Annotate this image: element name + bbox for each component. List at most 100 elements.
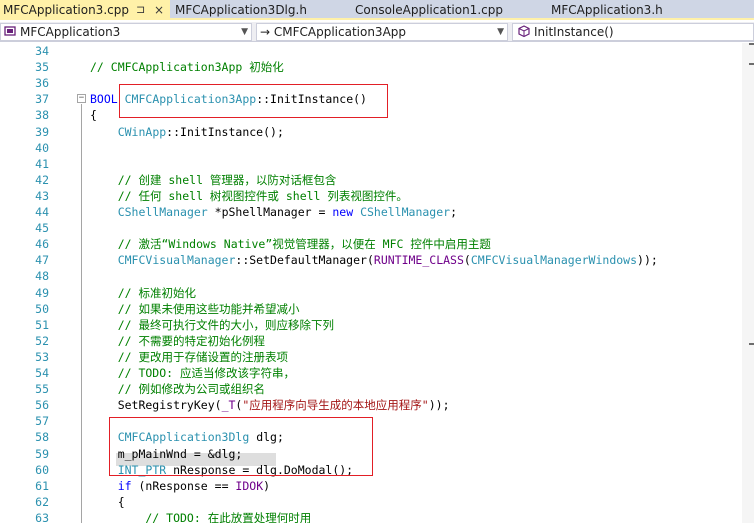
code-text: { (90, 107, 97, 123)
line-number: 47 (35, 253, 49, 268)
code-line[interactable]: 42 // 创建 shell 管理器，以防对话框包含 (0, 172, 742, 188)
code-text: // 激活“Windows Native”视觉管理器，以便在 MFC 控件中启用… (90, 236, 491, 252)
code-line[interactable]: 54 // TODO: 应适当修改该字符串， (0, 365, 742, 381)
code-token: CWinApp (117, 124, 167, 139)
code-token: // 任何 shell 树视图控件或 shell 列表视图控件。 (90, 188, 408, 203)
code-text: SetRegistryKey(_T("应用程序向导生成的本地应用程序")); (90, 397, 450, 413)
code-token: ::InitInstance(); (166, 124, 284, 139)
code-line[interactable]: 45 (0, 220, 742, 236)
code-token: RUNTIME_CLASS (373, 253, 464, 268)
code-line[interactable]: 48 (0, 268, 742, 284)
scroll-marker (749, 63, 754, 65)
code-token: _T (221, 398, 236, 413)
tab-label: ConsoleApplication1.cpp (355, 3, 503, 17)
code-token: // 创建 shell 管理器，以防对话框包含 (90, 172, 337, 187)
code-text: CShellManager *pShellManager = new CShel… (90, 204, 457, 220)
line-number: 35 (35, 60, 49, 75)
code-line[interactable]: 61 if (nResponse == IDOK) (0, 478, 742, 494)
method-cube-icon (518, 24, 530, 40)
close-icon[interactable]: × (154, 0, 164, 20)
code-token: *pShellManager (207, 205, 312, 219)
code-line[interactable]: 43 // 任何 shell 树视图控件或 shell 列表视图控件。 (0, 188, 742, 204)
code-line[interactable]: 51 // 最终可执行文件的大小，则应移除下列 (0, 317, 742, 333)
code-token: { (90, 108, 97, 123)
code-text: // TODO: 应适当修改该字符串， (90, 365, 295, 381)
code-token: ( (463, 253, 471, 268)
code-token: // CMFCApplication3App 初始化 (90, 60, 284, 75)
code-text: { (90, 494, 125, 510)
member-dropdown[interactable]: InitInstance() (512, 23, 754, 41)
code-line[interactable]: 55 // 例如修改为公司或组织名 (0, 381, 742, 397)
code-line[interactable]: 46 // 激活“Windows Native”视觉管理器，以便在 MFC 控件… (0, 236, 742, 252)
code-token: // TODO: 在此放置处理何时用 (90, 510, 312, 523)
code-line[interactable]: 63 // TODO: 在此放置处理何时用 (0, 510, 742, 523)
vertical-scrollbar[interactable] (742, 43, 754, 523)
navigation-bar: MFCApplication3 ▼ → CMFCApplication3App … (0, 22, 754, 42)
code-token: // 标准初始化 (90, 285, 196, 300)
code-text: // 创建 shell 管理器，以防对话框包含 (90, 172, 337, 188)
code-line[interactable]: 34 (0, 43, 742, 59)
code-token: if (117, 478, 132, 493)
scope-dropdown[interactable]: → CMFCApplication3App ▼ (256, 23, 508, 41)
line-number: 45 (35, 221, 49, 236)
code-line[interactable]: 56 SetRegistryKey(_T("应用程序向导生成的本地应用程序"))… (0, 397, 742, 413)
code-line[interactable]: 44 CShellManager *pShellManager = new CS… (0, 204, 742, 220)
tab-mfcapplication3dlg-h[interactable]: MFCApplication3Dlg.h (172, 0, 342, 20)
code-token: "应用程序向导生成的本地应用程序" (242, 398, 429, 413)
code-text: // TODO: 在此放置处理何时用 (90, 510, 311, 523)
line-number: 54 (35, 366, 49, 380)
line-number: 56 (35, 398, 49, 413)
code-token: ::SetDefaultManager( (235, 253, 374, 268)
line-number: 36 (35, 76, 49, 91)
pin-icon[interactable]: ⊐ (136, 0, 145, 20)
project-icon (4, 24, 16, 40)
code-token: // 不需要的特定初始化例程 (90, 333, 265, 348)
chevron-down-icon: ▼ (497, 27, 504, 37)
code-text: // 例如修改为公司或组织名 (90, 381, 265, 397)
code-token: new (332, 205, 361, 219)
code-token: // 更改用于存储设置的注册表项 (90, 349, 288, 364)
code-token: CMFCVisualManager (117, 253, 236, 268)
line-number: 43 (35, 188, 49, 203)
code-line[interactable]: 47 CMFCVisualManager::SetDefaultManager(… (0, 252, 742, 268)
code-token: IDOK (235, 478, 264, 493)
project-value: MFCApplication3 (20, 25, 121, 39)
code-line[interactable]: 53 // 更改用于存储设置的注册表项 (0, 349, 742, 365)
line-number: 46 (35, 237, 49, 252)
code-token: CShellManager (360, 205, 451, 219)
scroll-marker (749, 43, 754, 45)
code-text: // 不需要的特定初始化例程 (90, 333, 265, 349)
code-text: // 如果未使用这些功能并希望减小 (90, 301, 300, 317)
tab-consoleapplication1-cpp[interactable]: ConsoleApplication1.cpp (352, 0, 532, 20)
code-line[interactable]: 50 // 如果未使用这些功能并希望减小 (0, 301, 742, 317)
code-token: ; (450, 205, 458, 219)
project-dropdown[interactable]: MFCApplication3 ▼ (0, 23, 252, 41)
tab-mfcapplication3-cpp[interactable]: MFCApplication3.cpp ⊐ × (0, 0, 170, 20)
line-number: 49 (35, 285, 49, 300)
tab-mfcapplication3-h[interactable]: MFCApplication3.h (548, 0, 698, 20)
code-line[interactable]: 52 // 不需要的特定初始化例程 (0, 333, 742, 349)
line-number: 60 (35, 462, 49, 477)
code-line[interactable]: 62 { (0, 494, 742, 510)
code-line[interactable]: 41 (0, 156, 742, 172)
code-token: (nResponse == (131, 478, 236, 493)
tab-label: MFCApplication3.h (551, 3, 663, 17)
line-number: 44 (35, 205, 49, 219)
code-line[interactable]: 35 // CMFCApplication3App 初始化 (0, 59, 742, 75)
line-number: 62 (35, 494, 49, 509)
code-line[interactable]: 40 (0, 140, 742, 156)
code-token: ) (263, 478, 271, 493)
code-line[interactable]: 39 CWinApp::InitInstance(); (0, 124, 742, 140)
code-text: // 更改用于存储设置的注册表项 (90, 349, 288, 365)
code-token: )); (637, 253, 658, 268)
document-tab-strip: MFCApplication3.cpp ⊐ × MFCApplication3D… (0, 0, 754, 20)
line-number: 61 (35, 478, 49, 493)
code-token: CMFCVisualManagerWindows (470, 253, 638, 268)
code-token: // 最终可执行文件的大小，则应移除下列 (90, 317, 334, 332)
code-token: // 激活“Windows Native”视觉管理器，以便在 MFC 控件中启用… (90, 237, 491, 252)
chevron-down-icon: ▼ (241, 27, 248, 37)
code-line[interactable]: 49 // 标准初始化 (0, 285, 742, 301)
line-number: 42 (35, 172, 49, 187)
